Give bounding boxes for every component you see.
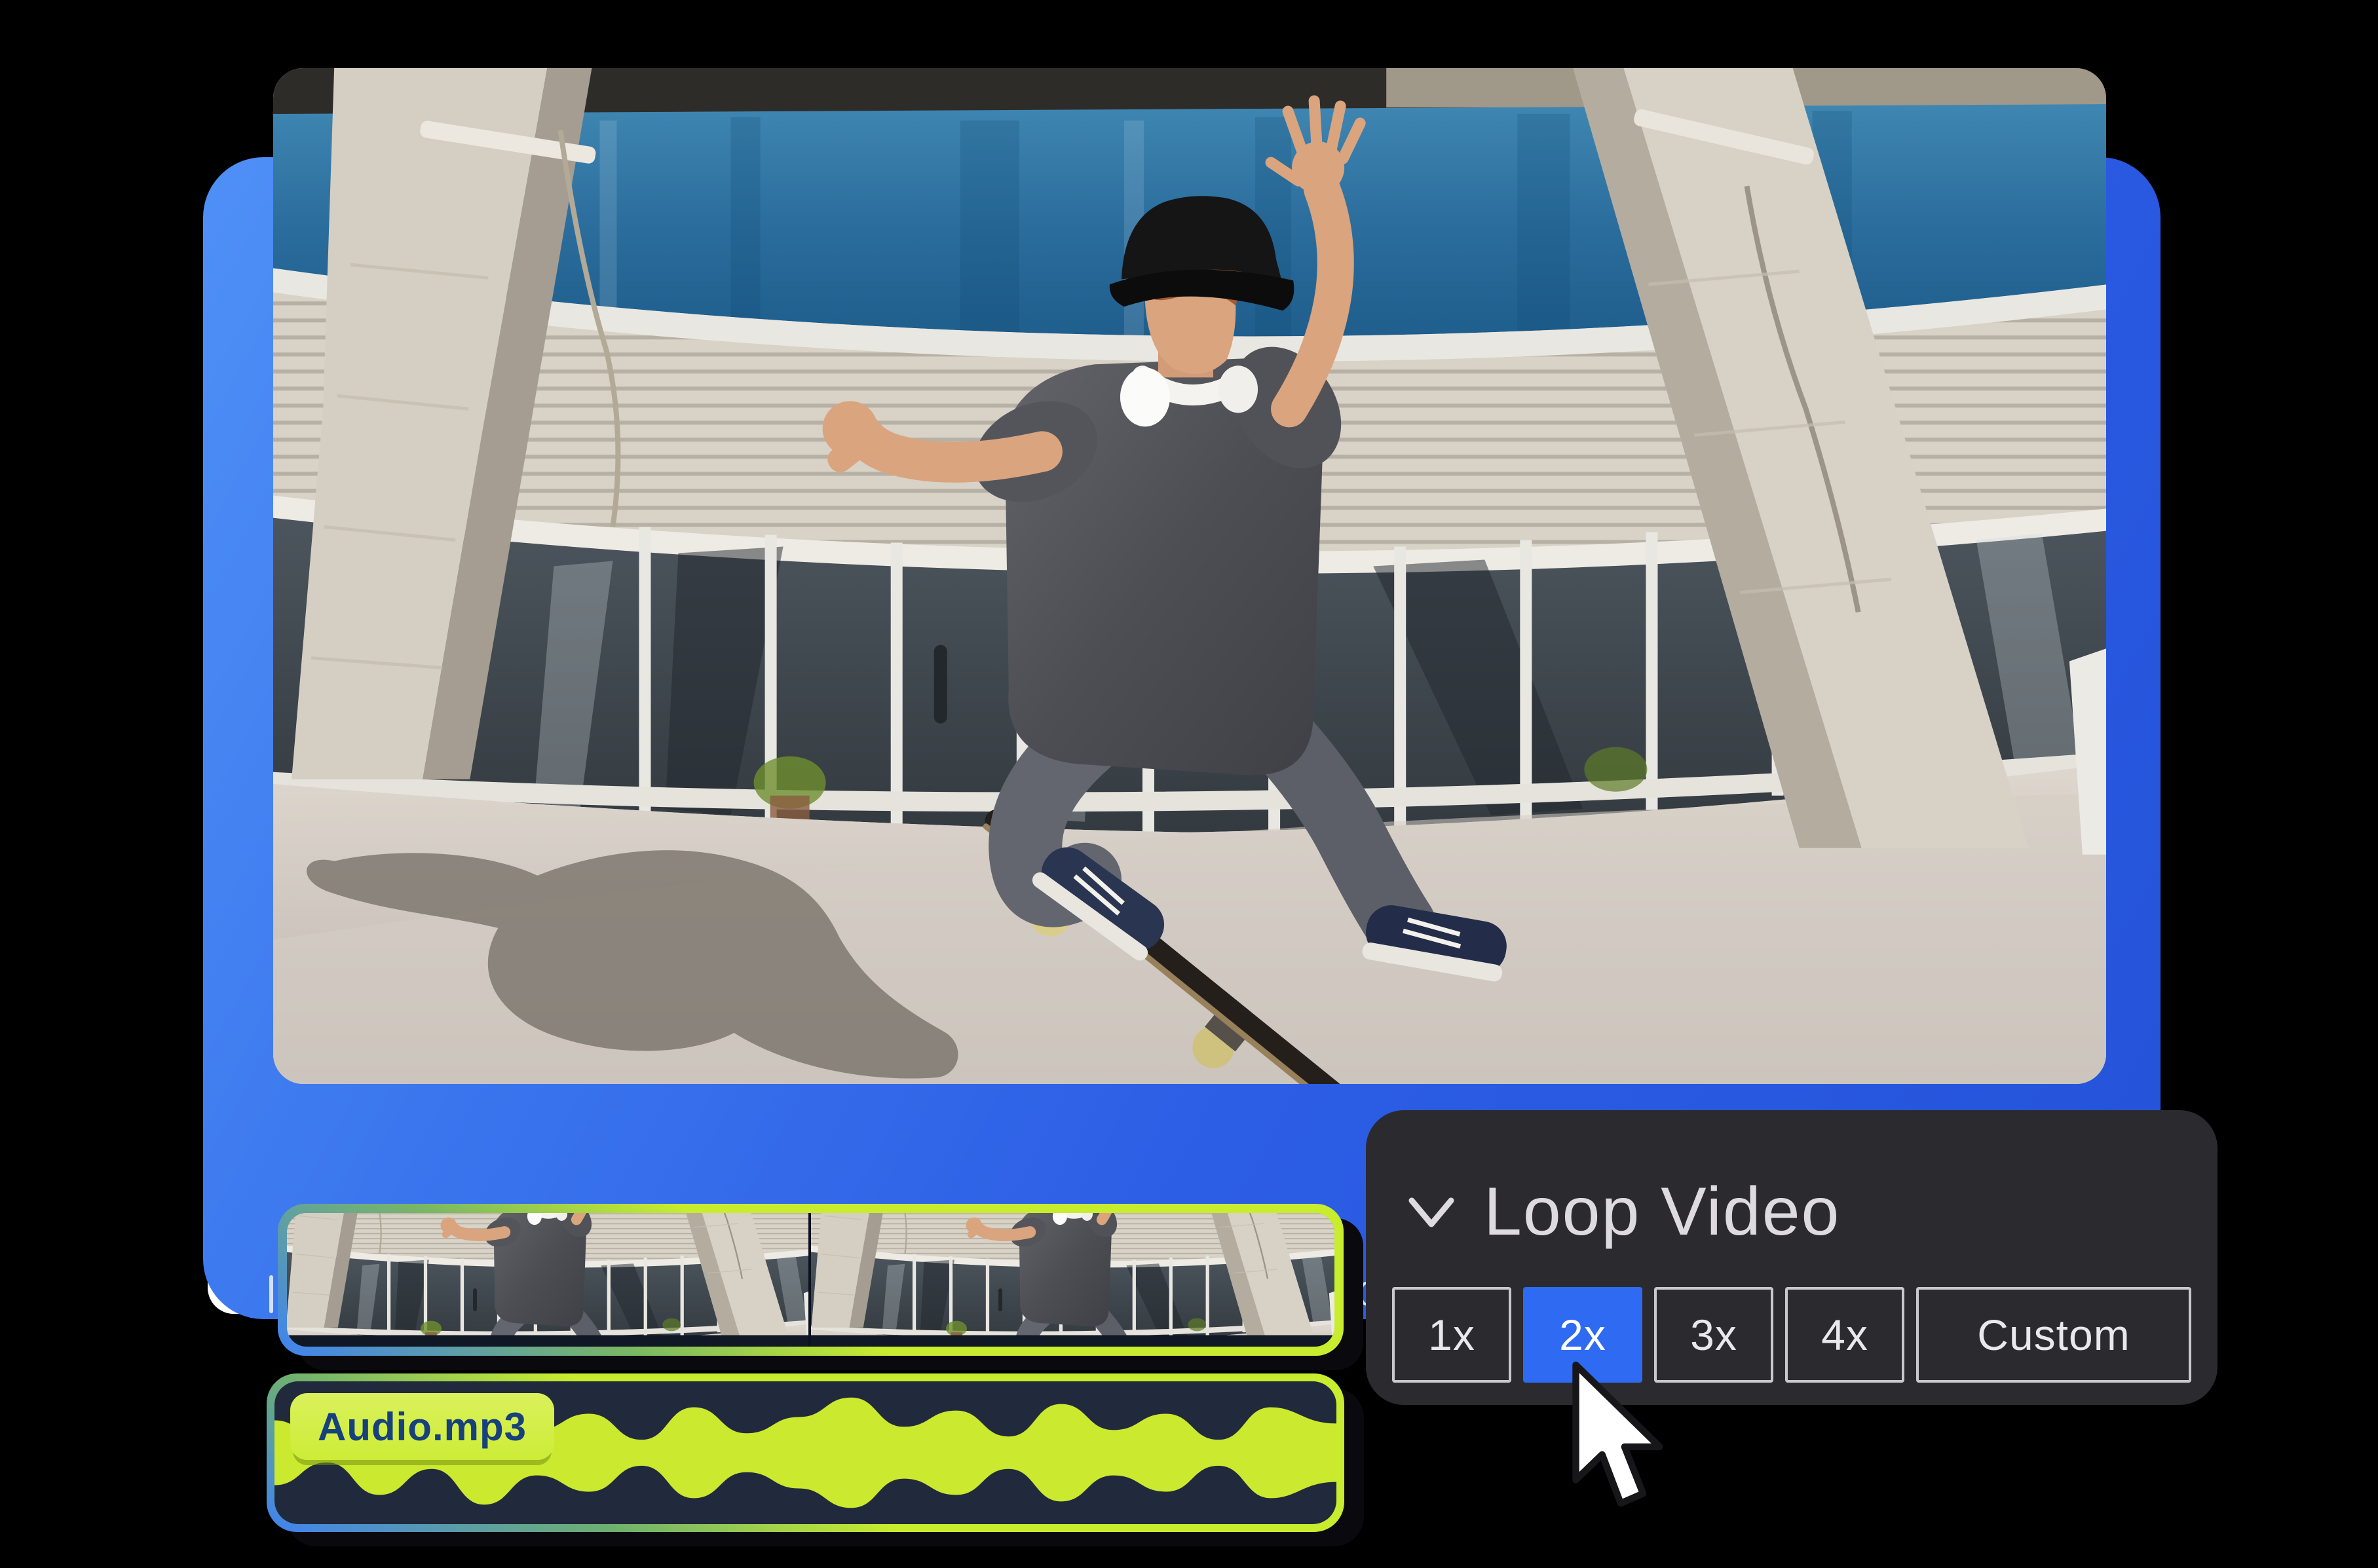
timeline-video-clip[interactable] <box>278 1204 1344 1356</box>
audio-clip-label: Audio.mp3 <box>290 1393 554 1460</box>
timeline-audio-clip[interactable]: Audio.mp3 <box>267 1373 1344 1532</box>
loop-panel-title: Loop Video <box>1484 1173 1840 1251</box>
loop-panel-header[interactable]: Loop Video <box>1408 1173 1840 1251</box>
mouse-pointer-icon <box>1565 1361 1665 1517</box>
video-preview <box>273 68 2106 1084</box>
loop-option[interactable]: 1x <box>1392 1287 1511 1383</box>
loop-option[interactable]: 3x <box>1654 1287 1773 1383</box>
chevron-down-icon[interactable] <box>1408 1195 1455 1229</box>
loop-options-group: 1x 2x 3x 4x Custom <box>1392 1287 2191 1383</box>
loop-option[interactable]: Custom <box>1916 1287 2191 1383</box>
timeline-tick <box>269 1275 273 1313</box>
skateboarder-video-frame <box>273 68 2106 1084</box>
loop-video-panel: Loop Video 1x 2x 3x 4x Custom <box>1366 1110 2218 1405</box>
video-thumbnail-2 <box>811 1213 1335 1347</box>
page-background: 00:00 00:01 00:02 00:03 00:04 <box>0 0 2378 1568</box>
loop-option[interactable]: 4x <box>1785 1287 1904 1383</box>
video-thumbnail-1 <box>287 1213 811 1347</box>
